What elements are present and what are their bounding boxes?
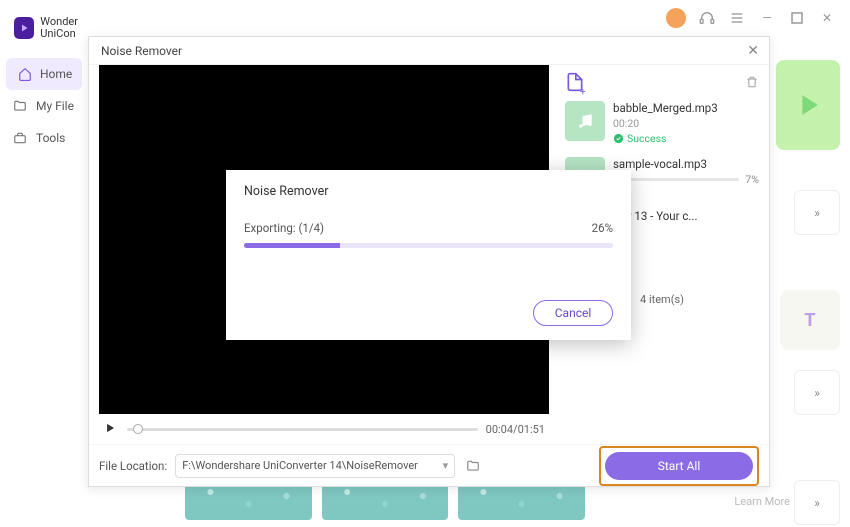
cancel-button[interactable]: Cancel [533, 300, 613, 326]
start-all-highlight: Start All [599, 446, 759, 486]
export-percent: 26% [592, 221, 613, 235]
time-display: 00:04/01:51 [486, 423, 545, 436]
nav-tools-label: Tools [36, 131, 65, 145]
file-location-select[interactable]: F:\Wondershare UniConverter 14\NoiseRemo… [175, 454, 455, 478]
modal-title: Noise Remover [101, 44, 182, 58]
open-folder-button[interactable] [463, 456, 483, 476]
sidebar: WonderUniCon Home My File Tools [0, 0, 88, 527]
seek-slider[interactable] [127, 428, 478, 431]
logo-icon [14, 17, 34, 39]
export-progress-bar [244, 243, 613, 248]
feature-tile[interactable] [776, 60, 840, 150]
play-button[interactable] [103, 421, 119, 437]
modal-footer: File Location: F:\Wondershare UniConvert… [89, 444, 769, 486]
file-duration: 00:20 [613, 117, 759, 130]
file-location-value: F:\Wondershare UniConverter 14\NoiseRemo… [182, 459, 418, 472]
nav-myfiles-label: My File [36, 99, 74, 113]
modal-close-button[interactable]: ✕ [747, 43, 759, 59]
home-icon [18, 66, 32, 82]
carousel-next-3[interactable]: » [794, 480, 840, 525]
add-file-button[interactable]: + [565, 72, 591, 95]
nav-home-label: Home [40, 67, 72, 81]
delete-all-button[interactable] [745, 75, 759, 92]
start-all-button[interactable]: Start All [605, 452, 753, 480]
nav-myfiles[interactable]: My File [0, 90, 88, 122]
app-logo: WonderUniCon [0, 16, 88, 58]
file-location-label: File Location: [99, 459, 167, 473]
learn-more-link[interactable]: Learn More [734, 495, 790, 508]
file-item[interactable]: babble_Merged.mp3 00:20 Success [565, 95, 759, 151]
status-success: Success [613, 132, 759, 145]
carousel-next-2[interactable]: » [794, 370, 840, 415]
folder-icon [12, 98, 28, 114]
window-minimize[interactable]: — [758, 9, 776, 27]
player-bar: 00:04/01:51 [99, 414, 549, 444]
text-tool-tile[interactable]: T [780, 290, 840, 350]
export-status-label: Exporting: (1/4) [244, 221, 324, 235]
toolbox-icon [12, 130, 28, 146]
file-name: babble_Merged.mp3 [613, 101, 759, 115]
headset-icon[interactable] [698, 9, 716, 27]
window-close[interactable]: ✕ [818, 9, 836, 27]
app-name-2: UniCon [40, 28, 78, 40]
carousel-next-1[interactable]: » [794, 190, 840, 235]
chevron-down-icon: ▾ [443, 459, 449, 472]
nav-tools[interactable]: Tools [0, 122, 88, 154]
menu-icon[interactable] [728, 9, 746, 27]
music-icon [565, 101, 605, 141]
file-name: sample-vocal.mp3 [613, 157, 759, 171]
window-maximize[interactable] [788, 9, 806, 27]
export-progress-modal: Noise Remover Exporting: (1/4) 26% Cance… [226, 170, 631, 340]
file-progress: 7% [613, 173, 759, 186]
user-avatar[interactable] [666, 8, 686, 28]
modal-header: Noise Remover ✕ [89, 37, 769, 65]
export-modal-title: Noise Remover [244, 184, 613, 199]
nav-home[interactable]: Home [6, 58, 82, 90]
